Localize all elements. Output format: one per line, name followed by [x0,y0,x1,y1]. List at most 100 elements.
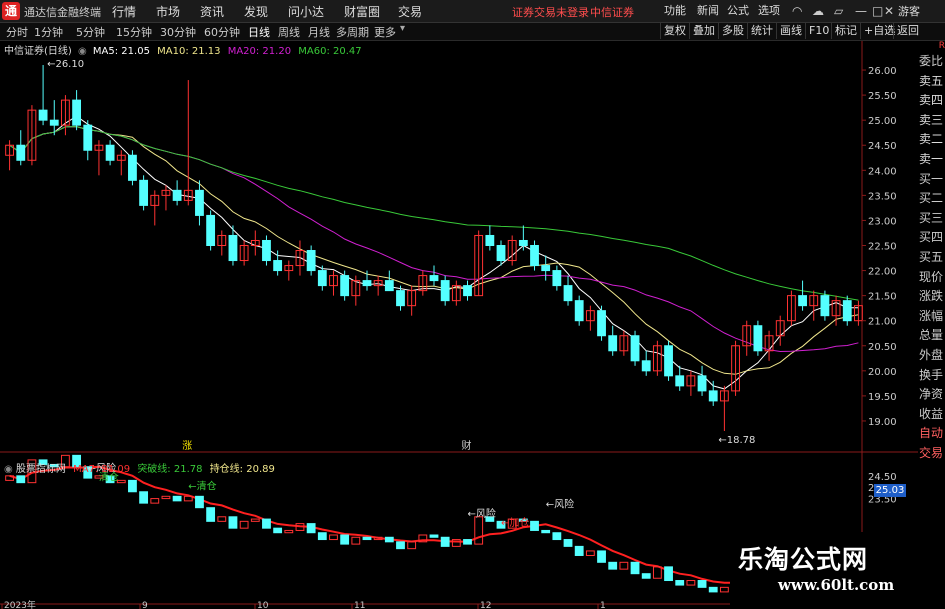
indicator-bar [317,532,327,541]
candle-body [842,300,852,322]
app-logo: 通 [2,2,20,20]
indicator-bar [206,507,216,522]
ma10-line [9,126,859,375]
btn-diejia[interactable]: 叠加 [689,23,718,39]
menu-jiaoyi[interactable]: 交易 [398,3,422,20]
candle-body [641,360,651,372]
btn-tongji[interactable]: 统计 [747,23,776,39]
period-month[interactable]: 月线 [308,24,330,40]
tool-xinwen[interactable]: 新闻 [693,2,723,18]
panel-letter-r[interactable]: R [918,41,945,52]
btn-biaoji[interactable]: 标记 [831,23,860,39]
candle-body [753,325,763,352]
quote-field-label: 卖五 [919,73,944,88]
candle-body [206,214,216,246]
indicator-settings-icon[interactable]: ◉ [4,464,13,475]
tool-xuanxiang[interactable]: 选项 [754,2,784,18]
date-tick-label: 2023年 [4,599,36,609]
indicator-bar [429,534,439,538]
indicator-bar [329,534,338,541]
period-1min[interactable]: 1分钟 [34,24,63,40]
candle-body [228,234,238,262]
indicator-bar [139,491,149,504]
tool-gongshi[interactable]: 公式 [723,2,753,18]
tool-gongneng[interactable]: 功能 [660,2,690,18]
menu-zixun[interactable]: 资讯 [200,3,224,20]
candle-body [664,345,673,377]
kline-chart[interactable]: ←风险清仓←清仓←风险←风险←加仓←加仓 26.0025.5025.0024.5… [0,41,918,609]
price-tick-label: 23.50 [868,191,897,202]
cloud-icon[interactable]: ☁ [812,4,824,18]
settings-icon[interactable]: ◉ [78,46,87,57]
period-15min[interactable]: 15分钟 [116,24,152,40]
period-day[interactable]: 日线 [248,24,270,40]
date-tick-label: 1 [600,601,606,609]
menu-faxian[interactable]: 发现 [244,3,268,20]
guest-label[interactable]: 游客 [898,3,920,19]
price-tick-label: 19.00 [868,417,897,428]
period-more[interactable]: 更多 [374,24,396,40]
candle-body [463,285,472,297]
indicator-bar [306,523,316,534]
indicator-bar [217,516,227,522]
indicator-bar [440,536,450,547]
price-tick-label: 23.00 [868,216,897,227]
btn-huaxian[interactable]: 画线 [776,23,805,39]
price-tick-label: 22.00 [868,267,897,278]
candle-body [128,154,137,181]
minimize-icon[interactable]: — [855,4,867,18]
broker-name[interactable]: 中信证券 [590,4,634,20]
login-warning[interactable]: 证券交易未登录 [512,4,589,20]
indicator-tick-label: 24.50 [868,472,897,483]
menu-hangqing[interactable]: 行情 [112,3,136,20]
candle-body [16,144,26,161]
candle-body [72,99,82,126]
quote-field-label: 买一 [919,171,944,186]
indicator-name[interactable]: 股票指标网 [16,464,66,475]
quote-field-label: 净资 [919,387,944,402]
indicator-bar [195,495,204,509]
candle-body [195,189,204,216]
chevron-down-icon[interactable]: ▾ [400,23,405,34]
menu-shichang[interactable]: 市场 [156,3,180,20]
period-60min[interactable]: 60分钟 [204,24,240,40]
indicator-bar [608,561,618,570]
top-menu-bar: 通 通达信金融终端 行情 市场 资讯 发现 问小达 财富圈 交易 证券交易未登录… [0,0,945,23]
indicator-bar [652,566,662,579]
indicator-bar [239,520,249,529]
shirt-icon[interactable]: ▱ [834,4,843,18]
close-icon[interactable]: ✕ [884,4,894,18]
maximize-icon[interactable]: □ [872,4,883,18]
btn-fanhui[interactable]: 返回 [893,23,922,39]
indicator-bar [552,532,562,541]
period-week[interactable]: 周线 [278,24,300,40]
indicator-bar [630,561,640,575]
quote-field-label: 卖三 [919,112,944,127]
btn-duogu[interactable]: 多股 [718,23,747,39]
price-tick-label: 22.50 [868,242,897,253]
candle-body [552,270,562,287]
quote-field-label: 自动 [919,426,944,441]
candle-body [485,234,495,246]
indicator-bar [463,539,472,545]
quote-field-label: 卖四 [919,93,944,108]
ma5-line [9,115,859,390]
breakout-label: 突破线: 21.78 [137,464,203,475]
btn-f10[interactable]: F10 [805,23,832,39]
headset-icon[interactable]: ◠ [792,4,802,18]
period-fenshi[interactable]: 分时 [6,24,28,40]
ma20-line [9,126,859,353]
period-multi[interactable]: 多周期 [336,24,369,40]
price-tick-label: 21.50 [868,292,897,303]
price-tick-label: 25.50 [868,91,897,102]
menu-wenxiaoda[interactable]: 问小达 [288,3,324,20]
candle-body [541,265,551,272]
candle-body [820,295,830,317]
period-5min[interactable]: 5分钟 [76,24,105,40]
btn-fuquan[interactable]: 复权 [660,23,689,39]
indicator-bar [228,516,238,529]
menu-caifuquan[interactable]: 财富圈 [344,3,380,20]
period-30min[interactable]: 30分钟 [160,24,196,40]
quote-field-label: 委比 [919,54,944,68]
candle-body [273,260,283,272]
